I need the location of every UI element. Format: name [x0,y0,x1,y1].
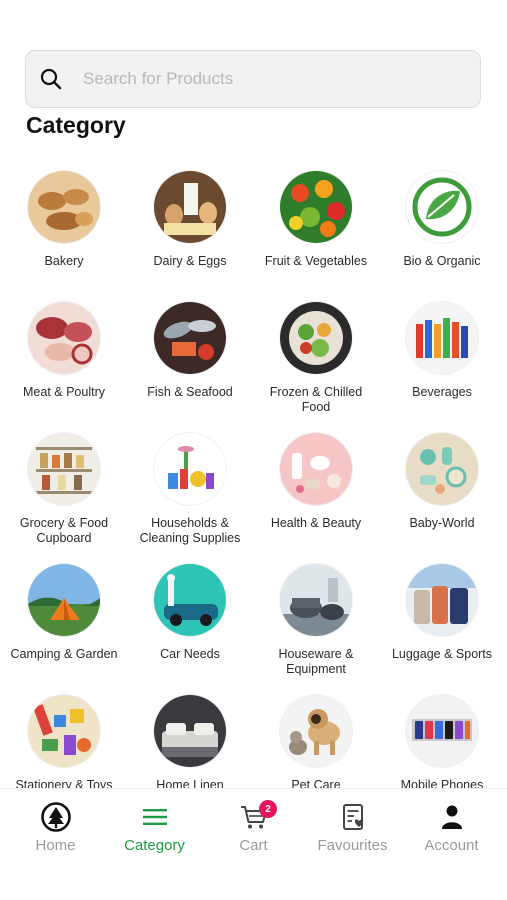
category-label: Frozen & Chilled Food [269,385,363,414]
category-grid: Bakery Dairy & Eggs Fruit & Vegetables Bio … [1,160,507,788]
luggage-sports-image [406,564,478,636]
favourites-list-icon [342,804,363,830]
search-bar[interactable] [25,50,481,108]
category-item[interactable]: Pet Care [253,684,379,788]
frozen-chilled-image [280,302,352,374]
tab-favourites-label: Favourites [317,837,388,854]
tab-account[interactable]: Account [402,789,501,868]
cart-badge: 2 [259,800,277,818]
meat-poultry-image [28,302,100,374]
fruit-vegetables-image [280,171,352,243]
tab-home[interactable]: Home [6,789,105,868]
camping-garden-image [28,564,100,636]
category-item[interactable]: Bio & Organic [379,160,505,291]
tab-account-label: Account [424,837,479,854]
category-item[interactable]: Beverages [379,291,505,422]
category-label: Pet Care [291,778,341,788]
tab-favourites[interactable]: Favourites [303,789,402,868]
category-label: Houseware & Equipment [278,647,354,676]
category-item[interactable]: Frozen & Chilled Food [253,291,379,422]
category-label: Car Needs [160,647,220,661]
category-label: Bio & Organic [403,254,481,268]
category-grid-container[interactable]: Bakery Dairy & Eggs Fruit & Vegetables Bio … [0,160,507,788]
category-item[interactable]: Luggage & Sports [379,553,505,684]
category-label: Beverages [412,385,472,399]
tab-category[interactable]: Category [105,789,204,868]
page-title: Category [26,112,126,138]
category-label: Luggage & Sports [391,647,493,661]
bio-organic-leaf-image [406,171,478,243]
bakery-image [28,171,100,243]
pet-care-image [280,695,352,767]
search-input[interactable] [81,68,445,90]
category-item[interactable]: Houseware & Equipment [253,553,379,684]
tab-home-label: Home [35,837,76,854]
tab-cart[interactable]: 2 Cart [204,789,303,868]
category-label: Stationery & Toys [15,778,113,788]
stationery-toys-image [28,695,100,767]
health-beauty-image [280,433,352,505]
category-item[interactable]: Households & Cleaning Supplies [127,422,253,553]
mobile-phones-image [406,695,478,767]
category-label: Baby-World [409,516,475,530]
beverages-image [406,302,478,374]
category-item[interactable]: Fruit & Vegetables [253,160,379,291]
category-label: Dairy & Eggs [153,254,227,268]
category-item[interactable]: Fish & Seafood [127,291,253,422]
car-needs-image [154,564,226,636]
baby-world-image [406,433,478,505]
home-tree-icon [40,802,71,832]
home-linen-image [154,695,226,767]
category-item[interactable]: Grocery & Food Cupboard [1,422,127,553]
household-cleaning-image [154,433,226,505]
category-item[interactable]: Bakery [1,160,127,291]
search-icon [40,68,62,90]
tab-category-label: Category [124,837,185,854]
category-item[interactable]: Home Linen [127,684,253,788]
menu-icon [142,809,167,825]
category-item[interactable]: Dairy & Eggs [127,160,253,291]
tab-cart-label: Cart [239,837,268,854]
category-label: Health & Beauty [270,516,362,530]
grocery-cupboard-image [28,433,100,505]
dairy-eggs-image [154,171,226,243]
category-label: Bakery [44,254,84,268]
category-label: Grocery & Food Cupboard [19,516,109,545]
category-item[interactable]: Car Needs [127,553,253,684]
category-label: Home Linen [156,778,224,788]
account-icon [441,805,462,829]
category-label: Camping & Garden [10,647,118,661]
category-item[interactable]: Meat & Poultry [1,291,127,422]
category-label: Mobile Phones Tablets & [400,778,484,788]
category-label: Fruit & Vegetables [264,254,368,268]
category-item[interactable]: Health & Beauty [253,422,379,553]
houseware-image [280,564,352,636]
category-label: Households & Cleaning Supplies [139,516,241,545]
category-label: Fish & Seafood [147,385,233,399]
category-item[interactable]: Mobile Phones Tablets & [379,684,505,788]
category-item[interactable]: Camping & Garden [1,553,127,684]
bottom-tab-bar: Home Category 2 Cart Favourites Account [0,788,507,868]
category-label: Meat & Poultry [23,385,105,399]
category-item[interactable]: Baby-World [379,422,505,553]
fish-seafood-image [154,302,226,374]
category-item[interactable]: Stationery & Toys [1,684,127,788]
